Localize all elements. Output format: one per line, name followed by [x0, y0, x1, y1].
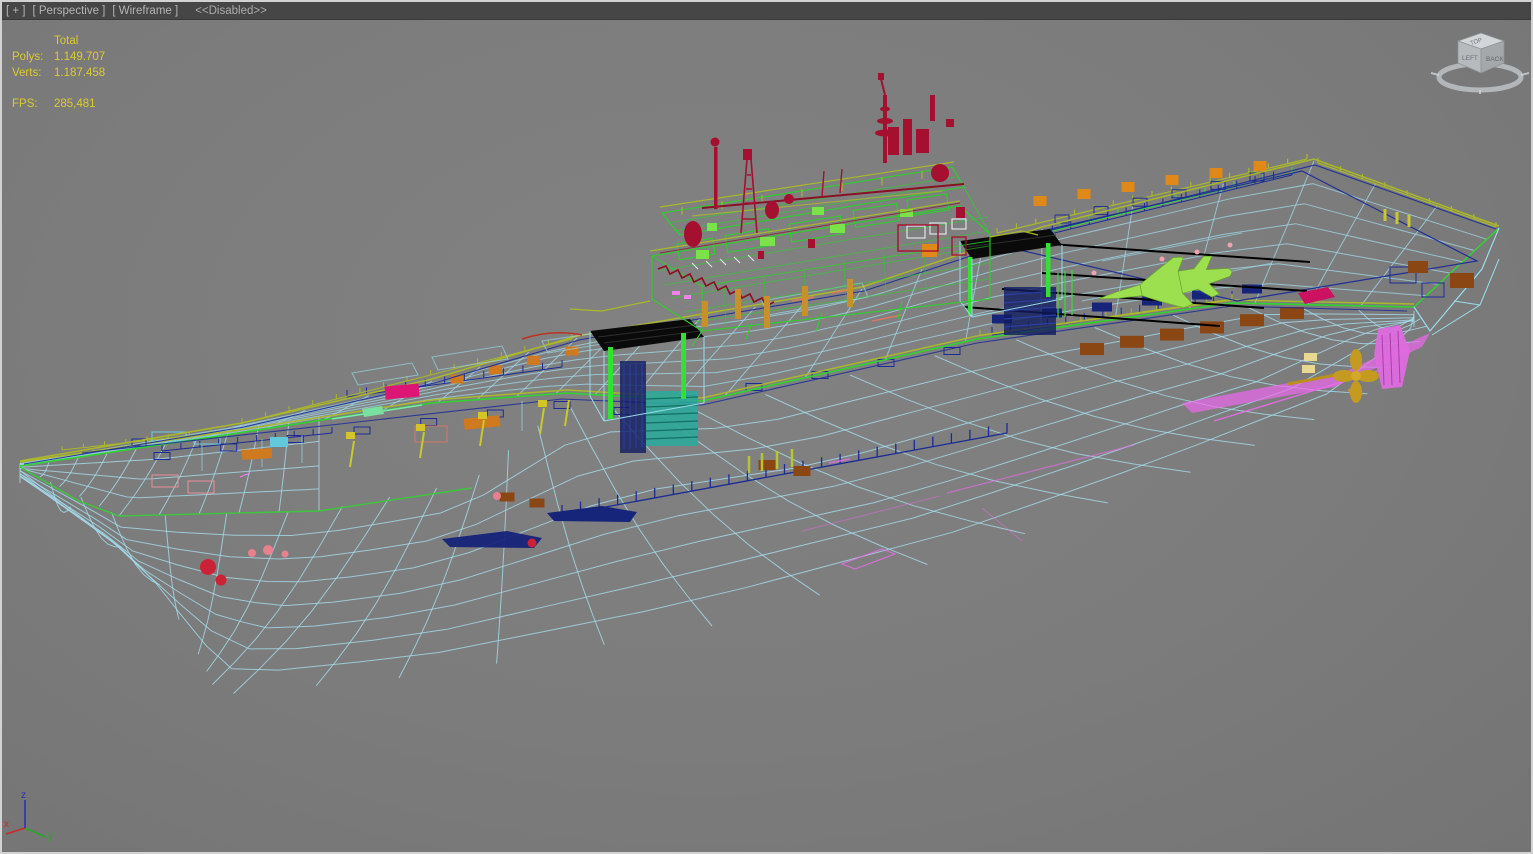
stats-polys-value: 1.149.707	[54, 51, 106, 63]
viewport-canvas[interactable]: x y z TOP LEFT BACK Total Polys: 1.149.7…	[2, 20, 1531, 852]
propeller-icon	[1333, 349, 1379, 403]
viewcube[interactable]: TOP LEFT BACK	[1430, 32, 1530, 94]
y-axis-label: y	[48, 831, 53, 842]
viewcube-left-label: LEFT	[1462, 55, 1478, 62]
deck-edge-antennas	[346, 399, 794, 473]
viewport-menu-general[interactable]: [ + ]	[6, 5, 26, 17]
y-axis-line	[24, 827, 47, 838]
ship-hull-mesh[interactable]	[19, 305, 1427, 694]
stats-verts-value: 1.187.458	[54, 67, 106, 79]
viewport-status-label: <<Disabled>>	[195, 4, 267, 17]
island-filled-blocks	[696, 207, 913, 259]
viewport-frame: [ + ] [ Perspective ] [ Wireframe ] <<Di…	[0, 0, 1533, 854]
viewport-menu-pov[interactable]: [ Perspective ]	[33, 5, 106, 17]
stats-fps-value: 285,481	[54, 98, 96, 110]
axis-tripod: x y z	[4, 790, 53, 842]
z-axis-label: z	[21, 790, 26, 801]
island-masts	[684, 73, 967, 259]
statistics-overlay: Total Polys: 1.149.707 Verts: 1.187.458 …	[12, 33, 105, 112]
deck-elevator-tower-2[interactable]	[959, 229, 1073, 335]
stats-total-header: Total	[54, 35, 79, 47]
viewcube-right-label: BACK	[1486, 56, 1504, 63]
stats-fps-label: FPS:	[12, 98, 38, 110]
viewport-menu-shading[interactable]: [ Wireframe ]	[112, 5, 178, 17]
deck-structures-cyan	[201, 232, 1273, 471]
stats-polys-label: Polys:	[12, 51, 44, 63]
viewport-label-bar: [ + ] [ Perspective ] [ Wireframe ] <<Di…	[2, 2, 1531, 20]
stats-verts-label: Verts:	[12, 67, 42, 79]
scene-wireframe-model[interactable]: x y z TOP LEFT BACK	[2, 20, 1531, 852]
x-axis-label: x	[4, 819, 9, 830]
generated-deck-details	[61, 154, 1497, 516]
